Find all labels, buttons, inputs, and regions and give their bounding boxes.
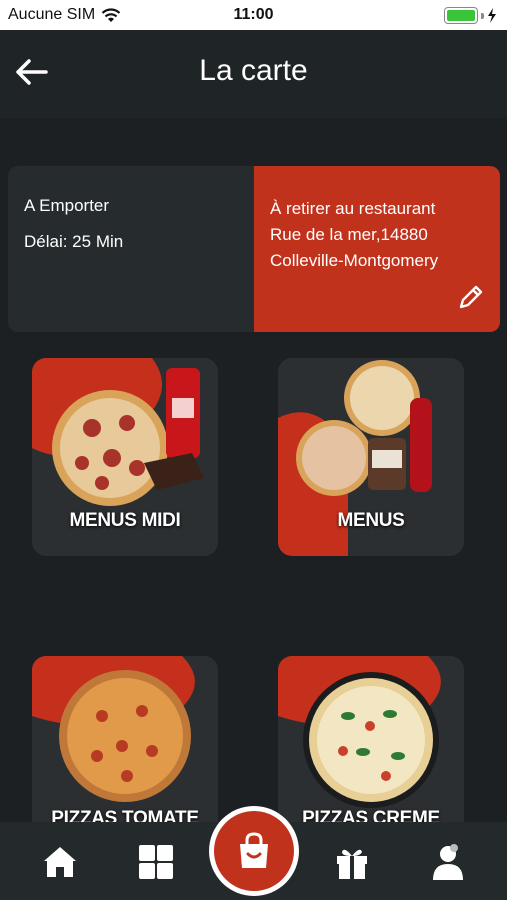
category-label: MENUS MIDI <box>69 510 181 531</box>
category-tile-menus-midi[interactable]: MENUS MIDI <box>32 358 218 556</box>
pickup-line-2: Rue de la mer,14880 <box>270 225 428 244</box>
battery-icon <box>444 7 497 24</box>
delay-label: Délai: 25 Min <box>24 232 124 251</box>
page-title: La carte <box>199 54 308 87</box>
top-bar: La carte <box>0 30 507 118</box>
order-mode-panel: A Emporter Délai: 25 Min <box>8 166 254 332</box>
user-icon[interactable] <box>428 842 468 882</box>
order-mode-label: A Emporter <box>24 196 110 215</box>
pickup-address-panel: À retirer au restaurant Rue de la mer,14… <box>254 166 500 332</box>
status-bar: Aucune SIM 11:00 <box>0 0 507 30</box>
gift-icon[interactable] <box>332 842 372 882</box>
pickup-line-3: Colleville-Montgomery <box>270 251 439 270</box>
order-info-card: A Emporter Délai: 25 Min À retirer au re… <box>8 166 500 332</box>
home-icon[interactable] <box>40 842 80 882</box>
status-time: 11:00 <box>233 6 274 23</box>
pickup-line-1: À retirer au restaurant <box>270 199 436 218</box>
category-label: MENUS <box>337 510 405 531</box>
category-tile-menus[interactable]: MENUS <box>278 358 464 556</box>
shopping-bag-icon <box>240 832 268 868</box>
cart-button[interactable] <box>209 806 299 896</box>
charging-bolt-icon <box>488 8 496 23</box>
grid-icon[interactable] <box>136 842 176 882</box>
pencil-icon[interactable] <box>456 282 486 312</box>
